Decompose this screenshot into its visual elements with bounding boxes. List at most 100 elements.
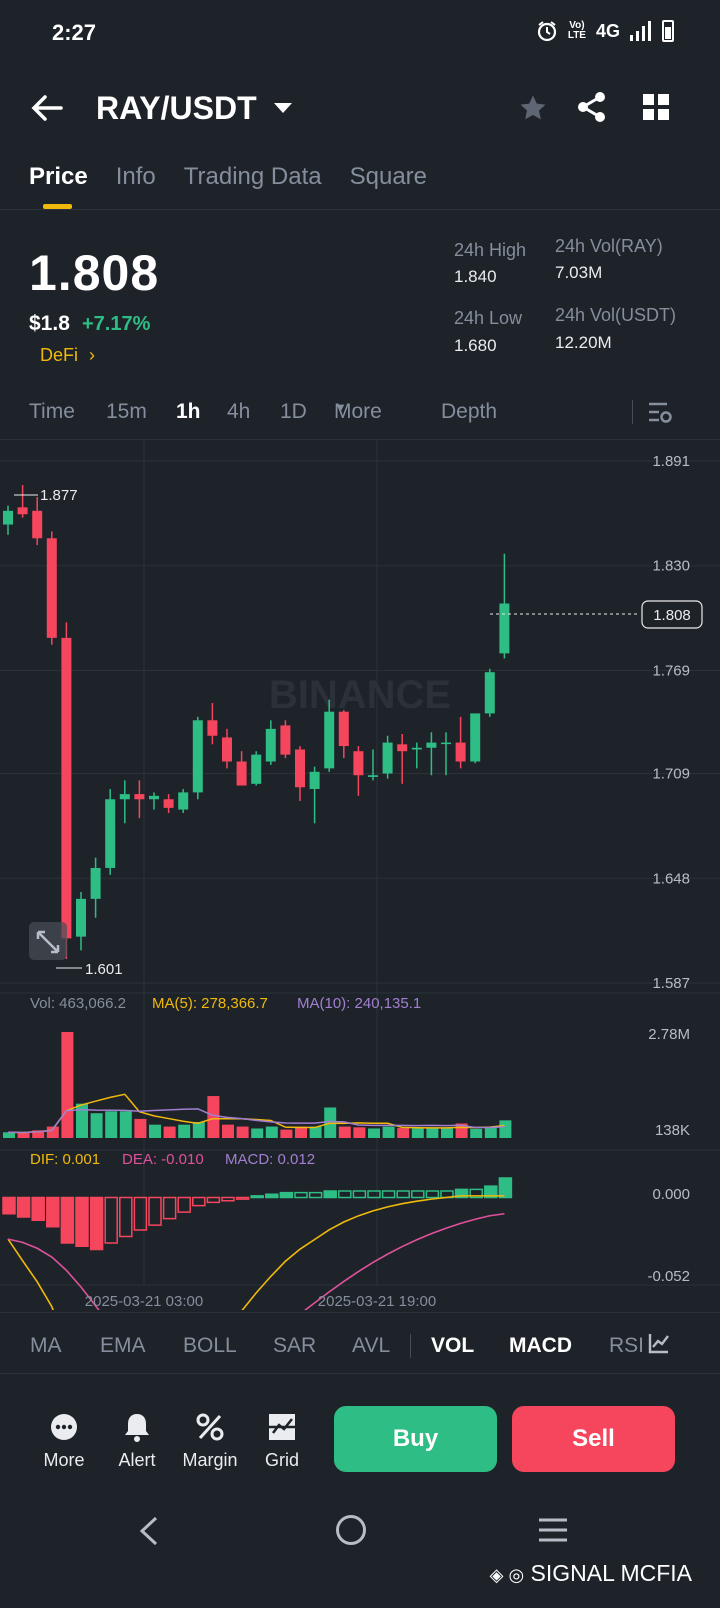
indicator-boll[interactable]: BOLL <box>183 1334 237 1358</box>
pair-dropdown-icon[interactable] <box>274 103 292 113</box>
action-margin[interactable]: Margin <box>178 1410 242 1471</box>
indicator-avl[interactable]: AVL <box>352 1334 390 1358</box>
volume-bar <box>192 1121 205 1138</box>
depth-tab[interactable]: Depth <box>441 400 497 424</box>
volume-bar <box>90 1113 103 1138</box>
macd-histogram-bar <box>89 1196 104 1251</box>
price-axis: 1.891 1.830 1.769 1.709 1.648 1.587 <box>652 453 690 992</box>
candle-body <box>119 794 130 800</box>
tab-info[interactable]: Info <box>116 163 156 191</box>
alarm-icon <box>537 21 556 42</box>
candle-body <box>411 747 422 750</box>
volume-legend: Vol: 463,066.2 MA(5): 278,366.7 MA(10): … <box>30 995 421 1012</box>
action-more[interactable]: More <box>32 1410 96 1471</box>
volume-panel <box>3 1032 512 1138</box>
candle-body <box>76 898 86 937</box>
action-more-label: More <box>43 1450 85 1470</box>
nav-home-icon[interactable] <box>335 1514 367 1546</box>
candle-body <box>265 728 276 762</box>
macd-histogram-bar <box>498 1177 513 1199</box>
indicator-macd[interactable]: MACD <box>509 1334 572 1358</box>
max-price-label: 1.877 <box>40 487 78 504</box>
vol-ray-value: 7.03M <box>555 263 603 282</box>
macd-histogram-bar <box>119 1196 133 1238</box>
buy-button[interactable]: Buy <box>334 1406 497 1472</box>
candle-body <box>499 603 510 654</box>
tab-trading-data[interactable]: Trading Data <box>184 163 322 191</box>
candle-body <box>338 711 349 747</box>
action-grid[interactable]: Grid <box>250 1410 314 1471</box>
watermark-logo-icon: ◈ ◎ <box>489 1565 525 1585</box>
sell-button[interactable]: Sell <box>512 1406 675 1472</box>
star-icon[interactable] <box>518 93 548 123</box>
macd-histogram-bar <box>148 1196 162 1226</box>
volume-bar <box>134 1118 147 1138</box>
back-arrow-icon[interactable] <box>31 94 63 122</box>
volume-bar <box>149 1124 161 1138</box>
volume-bar <box>426 1128 439 1138</box>
volume-bar <box>105 1111 118 1138</box>
interval-15m[interactable]: 15m <box>106 400 147 424</box>
candle-body <box>484 672 495 714</box>
price-tick-label: 1.891 <box>652 453 690 470</box>
macd-histogram-bar <box>104 1196 118 1244</box>
price-tick-label: 1.709 <box>652 766 690 783</box>
image-watermark: ◈ ◎ SIGNAL MCFIA <box>490 1560 692 1587</box>
share-icon[interactable] <box>576 91 608 123</box>
sector-tag[interactable]: DeFi › <box>40 345 95 366</box>
macd-histogram-bar <box>16 1196 31 1218</box>
candle-body <box>17 507 28 515</box>
macd-histogram-bar <box>192 1196 206 1207</box>
action-margin-label: Margin <box>182 1450 238 1470</box>
volume-bar <box>397 1128 410 1138</box>
macd-histogram-bar <box>323 1190 337 1199</box>
nav-recents-icon[interactable] <box>537 1518 569 1542</box>
vol-ray-label: 24h Vol(RAY) <box>555 236 663 256</box>
pair-title[interactable]: RAY/USDT <box>96 90 257 127</box>
candle-body <box>251 754 262 784</box>
candle-body <box>207 720 218 736</box>
volume-bar <box>265 1126 278 1138</box>
expand-icon[interactable] <box>29 922 67 960</box>
candle-body <box>61 637 72 939</box>
chart-settings-icon[interactable] <box>647 400 673 426</box>
volume-bar <box>441 1128 453 1138</box>
change-percent: +7.17% <box>82 313 151 335</box>
status-time: 2:27 <box>52 20 97 45</box>
interval-1h[interactable]: 1h <box>176 400 201 424</box>
macd-legend: DIF: 0.001 DEA: -0.010 MACD: 0.012 <box>30 1151 315 1168</box>
candle-body <box>149 795 159 800</box>
action-alert[interactable]: Alert <box>105 1410 169 1471</box>
volume-legend-vol: Vol: 463,066.2 <box>30 995 126 1012</box>
volte-icon: Vo) LTE <box>567 20 586 41</box>
volume-bar <box>17 1132 30 1138</box>
more-dots-icon <box>47 1410 81 1444</box>
macd-legend-dif: DIF: 0.001 <box>30 1151 100 1168</box>
candle-body <box>455 742 466 762</box>
indicator-ema[interactable]: EMA <box>100 1334 146 1358</box>
indicator-rsi[interactable]: RSI <box>609 1334 642 1358</box>
tab-price[interactable]: Price <box>29 163 88 191</box>
price-chart[interactable]: BINANCE 1.891 1.830 1.769 1.709 1.648 1.587 1… <box>0 440 720 1310</box>
indicator-sar[interactable]: SAR <box>273 1334 316 1358</box>
divider <box>0 1373 720 1374</box>
volume-bar <box>251 1128 264 1138</box>
candle-body <box>90 867 101 899</box>
candle-body <box>236 761 247 786</box>
candle-body <box>309 771 320 789</box>
interval-time[interactable]: Time <box>29 400 75 424</box>
low-24h-label: 24h Low <box>454 308 523 328</box>
tab-square[interactable]: Square <box>350 163 427 191</box>
indicator-vol[interactable]: VOL <box>431 1334 474 1358</box>
macd-histogram-bar <box>2 1196 16 1215</box>
volume-axis-top: 2.78M <box>648 1026 690 1043</box>
indicator-settings-icon[interactable] <box>648 1332 670 1354</box>
macd-axis-zero: 0.000 <box>652 1186 690 1203</box>
interval-1d[interactable]: 1D <box>280 400 307 424</box>
nav-back-icon[interactable] <box>138 1516 160 1546</box>
volume-bar <box>119 1111 132 1138</box>
indicator-ma[interactable]: MA <box>30 1334 62 1358</box>
interval-4h[interactable]: 4h <box>227 400 250 424</box>
layout-grid-icon[interactable] <box>643 94 669 120</box>
volume-bar <box>163 1126 176 1138</box>
